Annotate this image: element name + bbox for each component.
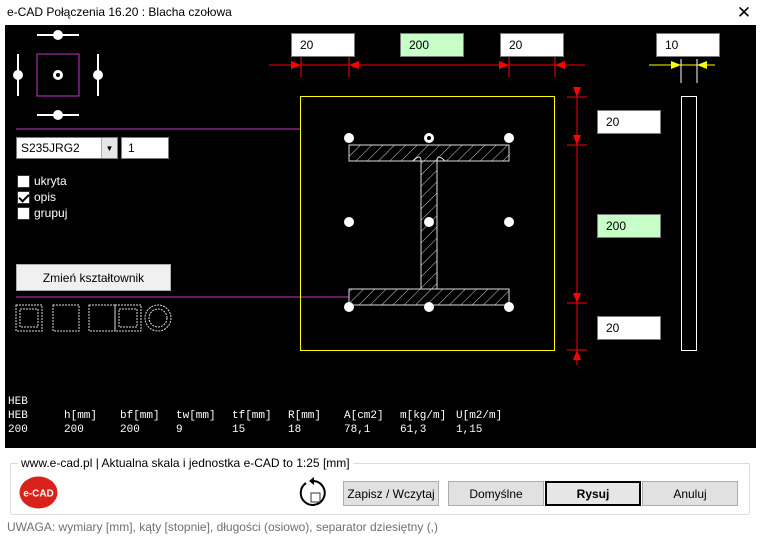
top-dimension-chain xyxy=(269,57,585,77)
material-value: S235JRG2 xyxy=(21,141,80,155)
table-cell: 9 xyxy=(176,424,183,436)
checkbox-grupuj[interactable]: grupuj xyxy=(17,205,67,221)
ref-point[interactable] xyxy=(424,217,434,227)
profile-shape-icons xyxy=(15,304,172,332)
window-title: e-CAD Połączenia 16.20 : Blacha czołowa xyxy=(7,5,232,19)
table-cell: 61,3 xyxy=(400,424,427,436)
plate-side-view xyxy=(681,96,697,351)
ecad-logo[interactable]: e-CAD xyxy=(19,476,58,509)
table-cell: 200 xyxy=(120,424,140,436)
profile-c-icon[interactable] xyxy=(15,304,43,332)
handle-right[interactable] xyxy=(93,70,103,80)
logo-text: e-CAD xyxy=(23,489,54,500)
thickness-dimension xyxy=(649,59,715,83)
profile-t-icon[interactable] xyxy=(52,304,80,332)
table-cell: 18 xyxy=(288,424,302,436)
ref-point[interactable] xyxy=(424,302,434,312)
table-cell: 78,1 xyxy=(344,424,371,436)
table-header: R[mm] xyxy=(288,410,322,422)
ref-point[interactable] xyxy=(504,217,514,227)
refresh-checkbox[interactable] xyxy=(310,492,321,503)
refresh-icon[interactable] xyxy=(297,476,331,510)
change-profile-button[interactable]: Zmień kształtownik xyxy=(16,264,171,291)
handle-bottom[interactable] xyxy=(53,110,63,120)
scale-caption: www.e-cad.pl | Aktualna skala i jednostk… xyxy=(18,456,353,470)
right-dim-top-input[interactable]: 20 xyxy=(597,110,661,134)
close-icon: ✕ xyxy=(736,2,752,22)
section-name-row: HEB xyxy=(8,395,48,409)
checkbox-box-checked[interactable] xyxy=(17,190,30,204)
right-dimension-chain xyxy=(567,87,587,365)
ref-point[interactable] xyxy=(344,217,354,227)
save-load-button[interactable]: Zapisz / Wczytaj xyxy=(343,481,439,506)
checkbox-label: ukryta xyxy=(34,174,67,188)
table-header: U[m2/m] xyxy=(456,410,503,422)
defaults-button[interactable]: Domyślne xyxy=(448,481,544,506)
ref-point-selected-marker xyxy=(427,136,431,140)
table-cell: 200 xyxy=(64,424,84,436)
ref-point[interactable] xyxy=(504,133,514,143)
top-dim-left-input[interactable]: 20 xyxy=(291,33,355,57)
table-header: tw[mm] xyxy=(176,410,216,422)
checkbox-opis[interactable]: opis xyxy=(17,189,56,205)
close-button[interactable]: ✕ xyxy=(727,0,761,25)
material-select[interactable]: S235JRG2 ▼ xyxy=(16,137,118,159)
table-cell: 1,15 xyxy=(456,424,483,436)
cancel-button[interactable]: Anuluj xyxy=(642,481,738,506)
drawing-canvas: 20 200 20 10 20 200 20 S235JRG2 ▼ 1 ukry… xyxy=(5,25,756,448)
plate-thickness-input[interactable]: 10 xyxy=(656,33,720,57)
quantity-input[interactable]: 1 xyxy=(121,137,169,159)
draw-button[interactable]: Rysuj xyxy=(545,481,641,506)
chevron-down-icon[interactable]: ▼ xyxy=(101,138,117,158)
position-selector xyxy=(13,30,103,120)
ref-point[interactable] xyxy=(504,302,514,312)
checkbox-box[interactable] xyxy=(17,206,30,220)
top-flange xyxy=(348,144,510,162)
checkbox-label: opis xyxy=(34,190,57,204)
table-row: 200 200 200 9 15 18 78,1 61,3 1,15 xyxy=(8,423,482,437)
title-bar: e-CAD Połączenia 16.20 : Blacha czołowa … xyxy=(0,0,761,25)
checkbox-ukryta[interactable]: ukryta xyxy=(17,173,67,189)
table-header: bf[mm] xyxy=(120,410,160,422)
ref-point[interactable] xyxy=(344,302,354,312)
table-cell: 200 xyxy=(8,424,28,436)
profile-box-icon[interactable] xyxy=(114,304,142,332)
profile-circle-icon[interactable] xyxy=(144,304,172,332)
handle-left[interactable] xyxy=(13,70,23,80)
table-header: m[kg/m] xyxy=(400,410,447,422)
right-dim-bottom-input[interactable]: 20 xyxy=(597,316,661,340)
table-header: h[mm] xyxy=(64,410,98,422)
table-cell: 15 xyxy=(232,424,246,436)
table-header: A[cm2] xyxy=(344,410,384,422)
table-header: HEB xyxy=(8,410,28,422)
profile-i-icon[interactable] xyxy=(88,304,116,332)
right-dim-middle-input[interactable]: 200 xyxy=(597,214,661,238)
table-header: tf[mm] xyxy=(232,410,272,422)
checkbox-box[interactable] xyxy=(17,174,30,188)
top-dim-right-input[interactable]: 20 xyxy=(500,33,564,57)
top-dim-middle-input[interactable]: 200 xyxy=(400,33,464,57)
ref-point[interactable] xyxy=(344,133,354,143)
section-name: HEB xyxy=(8,396,28,408)
units-warning: UWAGA: wymiary [mm], kąty [stopnie], dłu… xyxy=(7,520,439,534)
checkbox-label: grupuj xyxy=(34,206,68,220)
table-header-row: HEB h[mm] bf[mm] tw[mm] tf[mm] R[mm] A[c… xyxy=(8,409,502,423)
section-properties-table: HEB HEB h[mm] bf[mm] tw[mm] tf[mm] R[mm]… xyxy=(8,395,502,437)
footer: www.e-cad.pl | Aktualna skala i jednostk… xyxy=(0,448,761,537)
handle-top[interactable] xyxy=(53,30,63,40)
